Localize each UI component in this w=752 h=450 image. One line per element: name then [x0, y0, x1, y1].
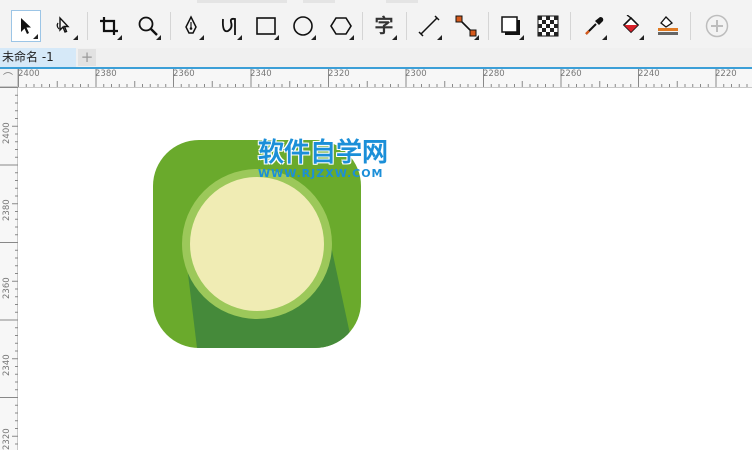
- pen-tool-button[interactable]: [176, 10, 206, 42]
- flyout-indicator: [639, 35, 644, 40]
- flyout-indicator: [33, 34, 38, 39]
- document-tab[interactable]: 未命名 -1: [0, 48, 76, 67]
- flyout-indicator: [437, 35, 442, 40]
- watermark-subtitle: WWW.RJZXW.COM: [258, 167, 384, 180]
- ruler-label: 2260: [560, 69, 582, 79]
- toolbar-field-middle: [303, 0, 335, 3]
- ruler-label: 2220: [715, 69, 737, 79]
- watermark: 软件自学网 WWW.RJZXW.COM: [258, 138, 408, 180]
- plus-circle-icon: [705, 14, 729, 38]
- checkerboard-icon: [537, 15, 559, 37]
- ruler-corner-icon: ⌒: [3, 73, 13, 84]
- toolbar-separator: [690, 12, 691, 40]
- drawing-canvas[interactable]: 软件自学网 WWW.RJZXW.COM: [18, 88, 752, 450]
- ruler-label: 2320: [2, 428, 12, 450]
- ruler-label: 2400: [2, 122, 12, 144]
- interactive-fill-tool-button[interactable]: [616, 10, 646, 42]
- ruler-label: 2400: [18, 69, 40, 79]
- ellipse-icon: [293, 16, 313, 36]
- add-tab-button[interactable]: +: [78, 49, 96, 66]
- artistic-media-tool-button[interactable]: [214, 10, 244, 42]
- smart-fill-icon: [658, 16, 678, 35]
- crop-icon: [100, 17, 118, 35]
- flyout-indicator: [156, 35, 161, 40]
- toolbar-separator: [87, 12, 88, 40]
- ruler-label: 2360: [2, 277, 12, 299]
- eyedropper-icon: [585, 17, 604, 35]
- ruler-label: 2280: [483, 69, 505, 79]
- dimension-tool-button[interactable]: [414, 10, 444, 42]
- toolbar-field-left: [197, 0, 287, 3]
- ruler-label: 2380: [2, 199, 12, 221]
- shape-tool-button[interactable]: [50, 10, 80, 42]
- shape-node-icon: [56, 16, 70, 33]
- flyout-indicator: [311, 35, 316, 40]
- horizontal-ruler[interactable]: 2400 2380 2360 2340 2320 2300 2280 2260 …: [18, 69, 752, 88]
- flyout-indicator: [474, 35, 479, 40]
- ruler-label: 2340: [2, 354, 12, 376]
- watermark-title: 软件自学网: [258, 138, 389, 168]
- ruler-label: 2320: [328, 69, 350, 79]
- drop-shadow-tool-button[interactable]: [496, 10, 526, 42]
- pen-nib-icon: [185, 15, 197, 34]
- arrow-pointer-icon: [21, 18, 31, 34]
- ruler-label: 2360: [173, 69, 195, 79]
- ruler-label: 2340: [250, 69, 272, 79]
- eyedropper-tool-button[interactable]: [579, 10, 609, 42]
- connector-tool-button[interactable]: [451, 10, 481, 42]
- rectangle-tool-button[interactable]: [251, 10, 281, 42]
- rectangle-icon: [256, 17, 276, 35]
- paint-bucket-icon: [622, 15, 640, 34]
- zoom-tool-button[interactable]: [133, 10, 163, 42]
- toolbar-separator: [170, 12, 171, 40]
- artistic-curve-icon: [221, 17, 236, 35]
- pick-tool-button[interactable]: [11, 10, 41, 42]
- flyout-indicator: [73, 35, 78, 40]
- flyout-indicator: [519, 35, 524, 40]
- crop-tool-button[interactable]: [94, 10, 124, 42]
- hexagon-icon: [330, 17, 352, 35]
- main-toolbar: 字: [0, 0, 752, 49]
- toolbar-field-right: [386, 0, 418, 3]
- flyout-indicator: [392, 35, 397, 40]
- polygon-tool-button[interactable]: [326, 10, 356, 42]
- dimension-line-icon: [418, 15, 440, 37]
- flyout-indicator: [117, 35, 122, 40]
- flyout-indicator: [274, 35, 279, 40]
- vertical-ruler[interactable]: 2400 2380 2360 2340 2320: [0, 87, 18, 450]
- toolbar-separator: [362, 12, 363, 40]
- connector-icon: [455, 15, 477, 37]
- flyout-indicator: [602, 35, 607, 40]
- flyout-indicator: [199, 35, 204, 40]
- magnifier-icon: [138, 16, 158, 36]
- document-tab-bar: 未命名 -1 +: [0, 48, 752, 69]
- flyout-indicator: [237, 35, 242, 40]
- add-tool-button[interactable]: [702, 10, 732, 42]
- text-char-icon: 字: [374, 14, 394, 37]
- flyout-indicator: [349, 35, 354, 40]
- ruler-label: 2240: [638, 69, 660, 79]
- transparency-tool-button[interactable]: [533, 10, 563, 42]
- text-tool-button[interactable]: 字: [369, 10, 399, 42]
- smart-fill-tool-button[interactable]: [653, 10, 683, 42]
- toolbar-separator: [406, 12, 407, 40]
- ruler-corner[interactable]: ⌒: [0, 69, 18, 87]
- toolbar-separator: [570, 12, 571, 40]
- icon-inner-circle[interactable]: [190, 177, 324, 311]
- ruler-label: 2300: [405, 69, 427, 79]
- toolbar-separator: [488, 12, 489, 40]
- drop-shadow-icon: [501, 16, 520, 35]
- ruler-label: 2380: [95, 69, 117, 79]
- ellipse-tool-button[interactable]: [288, 10, 318, 42]
